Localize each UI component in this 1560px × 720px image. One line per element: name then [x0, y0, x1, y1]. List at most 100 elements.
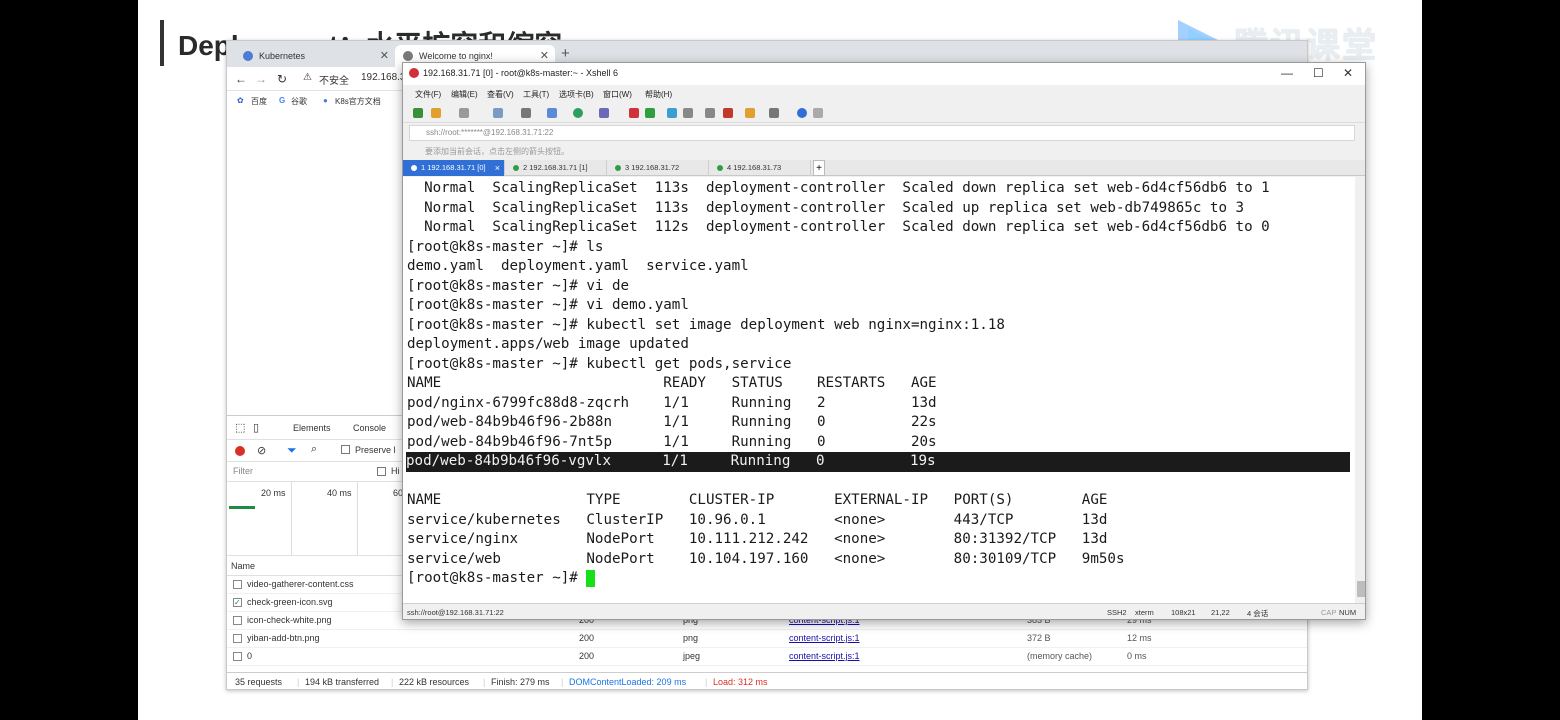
xmanager-icon[interactable]: [645, 108, 655, 118]
filter-input[interactable]: Filter: [233, 466, 253, 476]
terminal-line-text: Normal ScalingReplicaSet 113s deployment…: [407, 199, 1245, 216]
scrollbar-thumb[interactable]: [1357, 581, 1365, 597]
new-session-icon[interactable]: [413, 108, 423, 118]
network-request-row[interactable]: 0 200 jpeg content-script.js:1 (memory cache…: [227, 648, 1307, 666]
transferred-size: 194 kB transferred: [305, 677, 380, 687]
disconnect-icon[interactable]: [459, 108, 469, 118]
cell-initiator[interactable]: content-script.js:1: [789, 633, 860, 643]
terminal-line-text: [root@k8s-master ~]# vi de: [407, 277, 630, 294]
reload-icon[interactable]: ↻: [277, 72, 287, 86]
find-icon[interactable]: [521, 108, 531, 118]
terminal-line: Normal ScalingReplicaSet 113s deployment…: [407, 199, 1351, 219]
menu-item[interactable]: 编辑(E): [451, 89, 478, 100]
terminal-cursor: [586, 569, 596, 587]
device-toggle-icon[interactable]: ▯: [253, 421, 259, 434]
tab-elements[interactable]: Elements: [293, 423, 331, 433]
file-icon: [233, 580, 242, 589]
session-address: ssh://root:*******@192.168.31.71:22: [426, 128, 554, 137]
forward-arrow-icon[interactable]: →: [255, 72, 267, 86]
session-tab[interactable]: 2 192.168.31.71 [1]: [505, 160, 607, 176]
terminal-line: [root@k8s-master ~]# kubectl set image d…: [407, 316, 1351, 336]
lock-icon[interactable]: [683, 108, 693, 118]
cell-time: 0 ms: [1127, 651, 1147, 661]
copy-icon[interactable]: [493, 108, 503, 118]
terminal-line: pod/web-84b9b46f96-vgvlx 1/1 Running 0 1…: [406, 452, 1350, 472]
compose-icon[interactable]: [745, 108, 755, 118]
layout-icon[interactable]: [769, 108, 779, 118]
cell-initiator[interactable]: content-script.js:1: [789, 651, 860, 661]
properties-icon[interactable]: [547, 108, 557, 118]
title-accent-bar: [160, 20, 164, 66]
menu-item[interactable]: 工具(T): [523, 89, 549, 100]
timeline-tick: 40 ms: [327, 488, 352, 498]
filter-icon[interactable]: ⏷: [287, 443, 297, 458]
bookmark-k8s-docs[interactable]: K8s官方文档: [335, 96, 381, 107]
terminal-scrollbar[interactable]: [1355, 177, 1365, 603]
tab-console[interactable]: Console: [353, 423, 386, 433]
new-tab-button[interactable]: +: [561, 45, 570, 62]
preserve-log-label: Preserve l: [355, 445, 396, 455]
session-address-bar[interactable]: ssh://root:*******@192.168.31.71:22: [409, 125, 1355, 141]
menu-item[interactable]: 文件(F): [415, 89, 441, 100]
keyboard-icon[interactable]: [705, 108, 715, 118]
script-icon[interactable]: [723, 108, 733, 118]
bookmark-google[interactable]: 谷歌: [291, 96, 307, 107]
search-icon[interactable]: ⌕: [311, 443, 317, 456]
terminal-line: [root@k8s-master ~]# vi de: [407, 277, 1351, 297]
back-arrow-icon[interactable]: ←: [235, 72, 247, 86]
cell-time: 12 ms: [1127, 633, 1152, 643]
close-tab-icon[interactable]: ✕: [380, 45, 389, 67]
close-tab-icon[interactable]: ×: [495, 160, 500, 176]
terminal-line-text: service/kubernetes ClusterIP 10.96.0.1 <…: [407, 511, 1108, 528]
url-input[interactable]: 192.168.3: [361, 72, 406, 83]
cell-size: 372 B: [1027, 633, 1051, 643]
google-icon: G: [279, 96, 286, 105]
menu-item[interactable]: 窗口(W): [603, 89, 632, 100]
maximize-icon[interactable]: ☐: [1313, 66, 1324, 80]
bookmark-baidu[interactable]: 百度: [251, 96, 267, 107]
hide-label: Hi: [391, 466, 400, 476]
session-tab[interactable]: 3 192.168.31.72: [607, 160, 709, 176]
menu-item[interactable]: 帮助(H): [645, 89, 672, 100]
inspect-icon[interactable]: ⬚: [235, 421, 245, 434]
globe-icon: [403, 51, 413, 61]
fullscreen-icon[interactable]: [667, 108, 677, 118]
session-tab[interactable]: 4 192.168.31.73: [709, 160, 811, 176]
name-column-header[interactable]: Name: [231, 561, 255, 571]
help-icon[interactable]: [797, 108, 807, 118]
minimize-icon[interactable]: —: [1281, 66, 1293, 80]
session-count: 4 会话: [1247, 609, 1269, 618]
hide-data-urls-checkbox[interactable]: [377, 467, 386, 476]
terminal-line: NAME READY STATUS RESTARTS AGE: [407, 374, 1351, 394]
resources-size: 222 kB resources: [399, 677, 470, 687]
open-folder-icon[interactable]: [431, 108, 441, 118]
terminal-line-text: deployment.apps/web image updated: [407, 336, 689, 352]
close-icon[interactable]: ✕: [1343, 66, 1353, 80]
terminal-line: deployment.apps/web image updated: [407, 335, 1351, 355]
globe-icon[interactable]: [573, 108, 583, 118]
terminal-output[interactable]: Normal ScalingReplicaSet 113s deployment…: [403, 177, 1355, 603]
font-icon[interactable]: [599, 108, 609, 118]
browser-tab-kubernetes[interactable]: Kubernetes ✕: [235, 45, 395, 67]
record-icon[interactable]: [235, 446, 245, 456]
network-request-row[interactable]: yiban-add-btn.png 200 png content-script.js…: [227, 630, 1307, 648]
xftp-icon[interactable]: [629, 108, 639, 118]
menu-item[interactable]: 选项卡(B): [559, 89, 594, 100]
chat-icon[interactable]: [813, 108, 823, 118]
clear-icon[interactable]: ⊘: [257, 444, 266, 457]
menu-item[interactable]: 查看(V): [487, 89, 514, 100]
preserve-log-checkbox[interactable]: [341, 445, 350, 454]
status-dot-icon: [615, 165, 621, 171]
caps-indicator: CAP: [1321, 608, 1337, 617]
add-session-tab-button[interactable]: +: [813, 160, 825, 176]
terminal-line: pod/web-84b9b46f96-7nt5p 1/1 Running 0 2…: [407, 433, 1351, 453]
k8s-icon: ●: [323, 96, 328, 105]
cell-size: (memory cache): [1027, 651, 1093, 661]
session-tab[interactable]: 1 192.168.31.71 [0] ×: [403, 160, 505, 176]
checkmark-icon: ✓: [233, 598, 242, 607]
status-dot-icon: [513, 165, 519, 171]
terminal-line: [root@k8s-master ~]#: [407, 569, 1351, 589]
xshell-app-icon: [409, 68, 419, 78]
tab-label: Kubernetes: [259, 51, 306, 61]
